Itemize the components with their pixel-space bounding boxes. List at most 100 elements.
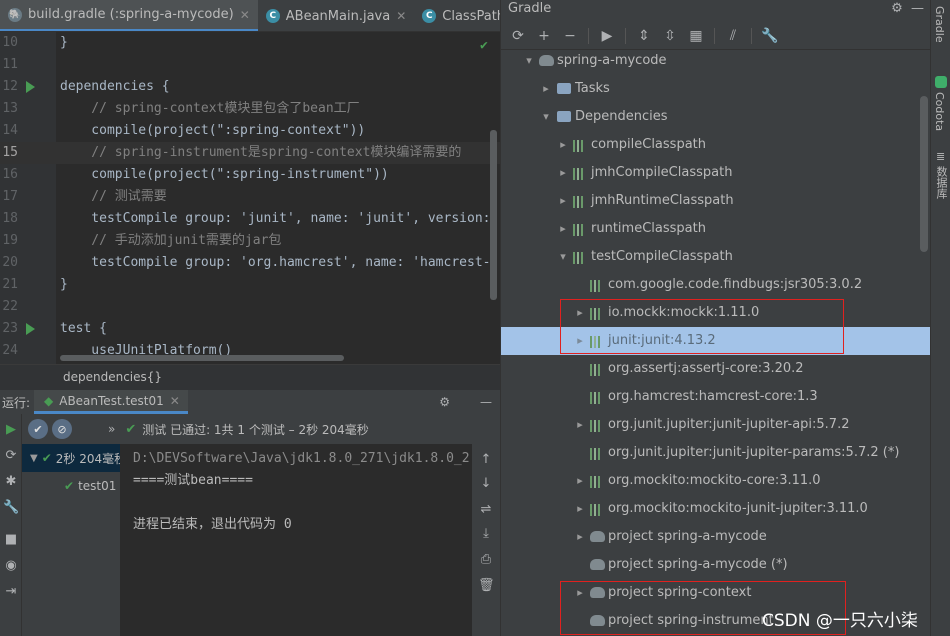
tree-node-library[interactable]: ▸ org.mockito:mockito-core:3.11.0 — [501, 467, 931, 495]
remove-icon[interactable]: − — [559, 28, 581, 44]
tree-node-library[interactable]: ▸ org.mockito:mockito-junit-jupiter:3.11… — [501, 495, 931, 523]
chevron-right-icon: ▸ — [560, 166, 566, 179]
check-icon: ✔ — [480, 38, 488, 53]
java-class-icon: C — [265, 9, 280, 23]
gear-icon[interactable]: ⚙ — [891, 1, 903, 16]
tree-node-config[interactable]: ▸ runtimeClasspath — [501, 215, 931, 243]
test-node-test01[interactable]: ✔ test01 — [22, 472, 120, 500]
breadcrumb[interactable]: dependencies{} — [0, 364, 500, 390]
tab-label: build.gradle (:spring-a-mycode) — [28, 7, 234, 22]
library-icon — [590, 278, 600, 292]
collapse-all-icon[interactable]: ⇳ — [659, 28, 681, 44]
execute-task-icon[interactable]: ▶ — [596, 28, 618, 44]
close-icon[interactable]: ✕ — [396, 9, 406, 23]
rerun-failed-icon[interactable]: ⟳ — [3, 448, 19, 464]
library-icon — [590, 362, 600, 376]
tree-node-config[interactable]: ▾ testCompileClasspath — [501, 243, 931, 271]
tree-node-library[interactable]: org.junit.jupiter:junit-jupiter-params:5… — [501, 439, 931, 467]
editor-vertical-scrollbar[interactable] — [490, 130, 497, 300]
tab-abeanmain[interactable]: C ABeanMain.java ✕ — [258, 0, 414, 31]
library-icon — [573, 194, 583, 208]
tree-node-library[interactable]: com.google.code.findbugs:jsr305:3.0.2 — [501, 271, 931, 299]
debug-icon[interactable]: ✱ — [3, 474, 19, 490]
tab-label: ABeanMain.java — [285, 8, 391, 24]
watermark: CSDN @一只六小柒 — [762, 611, 918, 631]
refresh-icon[interactable]: ⟳ — [507, 28, 529, 44]
tree-node-project[interactable]: ▾ spring-a-mycode — [501, 47, 931, 75]
trash-icon[interactable]: 🗑 — [478, 578, 495, 594]
chevron-right-icon: ▸ — [560, 138, 566, 151]
offline-mode-icon[interactable]: ⫽ — [722, 28, 744, 44]
test-status: 测试 已通过: 1共 1 个测试 – 2秒 204毫秒 — [142, 422, 369, 437]
tree-node-tasks[interactable]: ▸ Tasks — [501, 75, 931, 103]
right-tool-strip: Gradle Codota ≣ 数据库 — [930, 0, 950, 636]
highlight-box — [560, 299, 844, 354]
test-icon: ◆ — [44, 393, 54, 408]
gradle-header: Gradle ⚙ — — [501, 0, 931, 20]
wrench-icon[interactable]: 🔧 — [759, 28, 781, 44]
group-modules-icon[interactable]: ▦ — [685, 28, 707, 44]
show-passed-icon[interactable]: ✔ — [28, 419, 48, 439]
passed-icon: ✔ — [41, 451, 52, 465]
run-gutter-icon[interactable] — [26, 323, 35, 335]
editor-horizontal-scrollbar[interactable] — [60, 355, 344, 361]
add-icon[interactable]: + — [533, 28, 555, 44]
run-side-toolbar: ▶ ⟳ ✱ 🔧 ■ ◉ ⇥ — [0, 414, 22, 636]
gradle-icon — [590, 559, 605, 570]
tree-node-library[interactable]: ▸ org.junit.jupiter:junit-jupiter-api:5.… — [501, 411, 931, 439]
camera-icon[interactable]: ◉ — [3, 558, 19, 574]
folder-icon — [557, 111, 571, 122]
run-tab-label: ABeanTest.test01 — [59, 393, 164, 408]
tree-node-config[interactable]: ▸ jmhRuntimeClasspath — [501, 187, 931, 215]
tab-classpathxml[interactable]: C ClassPathXm — [414, 0, 500, 31]
code-line: 23 test { — [2, 321, 107, 336]
code-line-current: 15 // spring-instrument是spring-context模块… — [0, 142, 500, 164]
console-output[interactable]: D:\DEVSoftware\Java\jdk1.8.0_271\jdk1.8.… — [120, 444, 472, 636]
java-class-icon: C — [422, 9, 437, 23]
arrow-down-icon[interactable]: ↓ — [478, 476, 494, 492]
side-tab-database[interactable]: 数据库 — [933, 166, 949, 199]
minimize-icon[interactable]: — — [911, 1, 924, 16]
wrench-icon[interactable]: 🔧 — [3, 500, 19, 516]
code-editor[interactable]: 10} 11 12 dependencies { 13 // spring-con… — [0, 32, 500, 364]
gradle-panel: Gradle ⚙ — ⟳ + − ▶ ⇕ ⇳ ▦ ⫽ 🔧 ▾ spring-a-… — [500, 0, 931, 636]
chevron-right-icon: ▸ — [560, 222, 566, 235]
test-toolbar: ✔ ⊘ » ✔ 测试 已通过: 1共 1 个测试 – 2秒 204毫秒 — [22, 414, 500, 444]
library-icon — [573, 166, 583, 180]
close-icon[interactable]: ✕ — [240, 8, 250, 22]
close-icon[interactable]: ✕ — [170, 394, 180, 408]
scroll-to-end-icon[interactable]: ⤓ — [478, 526, 494, 542]
login-icon[interactable]: ⇥ — [3, 584, 19, 600]
stop-icon[interactable]: ■ — [3, 532, 19, 548]
tree-node-dependencies[interactable]: ▾ Dependencies — [501, 103, 931, 131]
run-gutter-icon[interactable] — [26, 81, 35, 93]
more-icon[interactable]: » — [108, 422, 115, 436]
tree-node-library[interactable]: org.hamcrest:hamcrest-core:1.3 — [501, 383, 931, 411]
tree-node-config[interactable]: ▸ compileClasspath — [501, 131, 931, 159]
code-line: 10} — [2, 35, 68, 50]
test-root-node[interactable]: ▼ ✔ 2秒 204毫秒 — [22, 444, 126, 472]
gradle-scrollbar[interactable] — [920, 96, 928, 252]
print-icon[interactable]: ⎙ — [478, 552, 494, 568]
expand-all-icon[interactable]: ⇕ — [633, 28, 655, 44]
library-icon — [590, 390, 600, 404]
soft-wrap-icon[interactable]: ⇌ — [478, 502, 494, 518]
arrow-up-icon[interactable]: ↑ — [478, 452, 494, 468]
rerun-icon[interactable]: ▶ — [3, 422, 19, 438]
tab-run-config[interactable]: ◆ ABeanTest.test01 ✕ — [34, 390, 188, 414]
side-tab-codota[interactable]: Codota — [933, 92, 946, 131]
tree-node-project-dep[interactable]: ▸ project spring-a-mycode — [501, 523, 931, 551]
gradle-icon: 🐘 — [8, 7, 22, 22]
tab-build-gradle[interactable]: 🐘 build.gradle (:spring-a-mycode) ✕ — [0, 0, 258, 31]
code-line: 16 compile(project(":spring-instrument")… — [2, 167, 389, 182]
code-line: 12 dependencies { — [2, 79, 170, 94]
tree-node-config[interactable]: ▸ jmhCompileClasspath — [501, 159, 931, 187]
console-line: 进程已结束，退出代码为 0 — [133, 517, 292, 532]
library-icon — [590, 474, 600, 488]
tree-node-library[interactable]: org.assertj:assertj-core:3.20.2 — [501, 355, 931, 383]
side-tab-gradle[interactable]: Gradle — [933, 6, 946, 43]
minimize-icon[interactable]: — — [480, 395, 492, 409]
tree-node-project-dep[interactable]: project spring-a-mycode (*) — [501, 551, 931, 579]
show-ignored-icon[interactable]: ⊘ — [52, 419, 72, 439]
gear-icon[interactable]: ⚙ — [439, 395, 450, 409]
